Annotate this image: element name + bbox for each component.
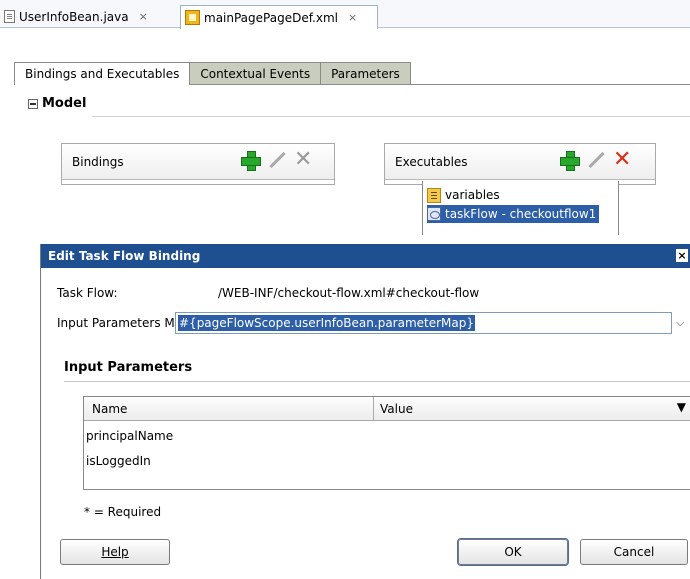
edit-binding-icon[interactable] (268, 151, 286, 169)
tab-bindings-and-executables[interactable]: Bindings and Executables (14, 62, 191, 85)
close-icon[interactable]: × (139, 10, 148, 23)
ok-button[interactable]: OK (457, 538, 569, 566)
input-parameters-map-value: #{pageFlowScope.userInfoBean.parameterMa… (178, 315, 476, 331)
table-row[interactable]: isLoggedIn (86, 454, 151, 468)
executables-panel: Executables ✕ (384, 143, 656, 185)
editor-tab-userinfobean[interactable]: UserInfoBean.java × (0, 5, 178, 28)
model-heading: Model (42, 96, 87, 111)
editor-tab-label: UserInfoBean.java (19, 9, 129, 24)
edit-executable-icon[interactable] (587, 151, 605, 169)
tree-item-variables[interactable]: variables (427, 186, 503, 204)
input-parameters-map-field[interactable]: #{pageFlowScope.userInfoBean.parameterMa… (175, 312, 672, 334)
column-header-value[interactable]: Value (380, 402, 413, 416)
delete-executable-icon[interactable]: ✕ (613, 149, 631, 171)
required-note: * = Required (84, 505, 162, 519)
close-icon[interactable]: × (676, 249, 688, 262)
input-parameters-table: Name Value ▼ principalName isLoggedIn (83, 396, 690, 490)
dialog-title-bar: Edit Task Flow Binding × (41, 244, 690, 268)
tree-item-label: taskFlow - checkoutflow1 (445, 207, 597, 221)
taskflow-icon (427, 207, 441, 221)
column-menu-icon[interactable]: ▼ (677, 400, 686, 414)
add-binding-icon[interactable] (240, 150, 261, 171)
task-flow-label: Task Flow: (57, 286, 118, 300)
bindings-panel: Bindings ✕ (61, 143, 335, 185)
table-row[interactable]: principalName (86, 429, 173, 443)
model-section-header[interactable]: Model (28, 96, 86, 111)
collapse-icon[interactable] (28, 98, 38, 109)
help-button[interactable]: Help (60, 539, 170, 565)
tab-contextual-events[interactable]: Contextual Events (189, 62, 322, 84)
editor-tab-mainpagepagedef[interactable]: mainPagePageDef.xml × (180, 5, 378, 29)
ok-button-label: OK (504, 545, 522, 559)
column-divider[interactable] (373, 397, 374, 421)
editor-tab-label: mainPagePageDef.xml (204, 10, 338, 25)
cancel-button[interactable]: Cancel (580, 539, 688, 565)
task-flow-value: /WEB-INF/checkout-flow.xml#checkout-flow (218, 286, 480, 300)
column-header-name[interactable]: Name (92, 402, 127, 416)
input-parameters-heading: Input Parameters (64, 360, 193, 375)
chevron-down-icon[interactable]: ⌵ (676, 316, 684, 330)
variables-icon (427, 187, 441, 203)
bindings-toolbar: ✕ (240, 149, 312, 171)
tree-item-label: variables (445, 188, 500, 202)
model-divider (92, 116, 690, 117)
java-file-icon (4, 10, 15, 23)
executables-title: Executables (395, 154, 468, 169)
table-header: Name Value ▼ (84, 397, 690, 421)
delete-binding-icon[interactable]: ✕ (294, 149, 312, 171)
tab-parameters[interactable]: Parameters (320, 62, 411, 84)
editor-tab-strip: UserInfoBean.java × mainPagePageDef.xml … (0, 0, 690, 29)
executables-tree: variables taskFlow - checkoutflow1 (422, 181, 619, 235)
bindings-title: Bindings (72, 154, 124, 169)
section-divider (64, 381, 690, 382)
input-parameters-map-label: Input Parameters Map: (57, 316, 194, 330)
tree-item-taskflow[interactable]: taskFlow - checkoutflow1 (427, 205, 600, 223)
add-executable-icon[interactable] (559, 150, 580, 171)
dialog-title: Edit Task Flow Binding (48, 249, 201, 263)
page-def-tabs: Bindings and Executables Contextual Even… (14, 62, 411, 85)
close-icon[interactable]: × (348, 11, 357, 24)
cancel-button-label: Cancel (613, 545, 655, 559)
help-button-label: Help (101, 545, 129, 559)
xml-file-icon (185, 10, 200, 25)
executables-toolbar: ✕ (559, 149, 631, 171)
